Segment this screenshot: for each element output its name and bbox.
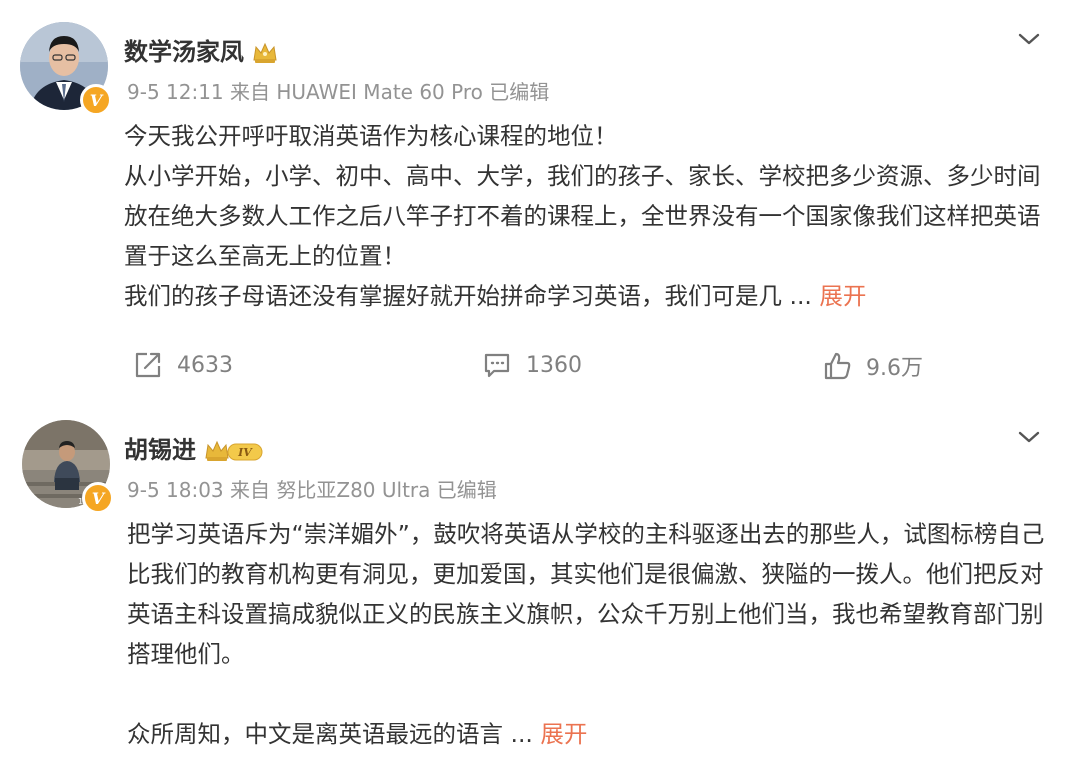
comment-button[interactable]: 1360 [482, 350, 582, 380]
repost-icon [135, 352, 161, 378]
post-paragraph: 把学习英语斥为“崇洋媚外”，鼓吹将英语从学校的主科驱逐出去的那些人，试图标榜自己… [127, 520, 1045, 668]
post-meta: 9-5 12:11 来自 HUAWEI Mate 60 Pro 已编辑 [127, 80, 550, 104]
author-name[interactable]: 胡锡进 IV [124, 430, 264, 465]
gold-crown-level-icon: IV [205, 440, 263, 461]
thumbs-up-icon [824, 352, 851, 380]
post-paragraph: 今天我公开呼吁取消英语作为核心课程的地位！ [124, 122, 618, 150]
gold-crown-icon [253, 42, 277, 63]
like-button[interactable]: 9.6万 [822, 350, 923, 382]
repost-button[interactable]: 4633 [133, 350, 233, 380]
paragraph-spacer [127, 674, 1051, 714]
like-count: 9.6万 [866, 356, 923, 381]
verified-badge-icon: V [82, 482, 114, 514]
repost-count: 4633 [177, 352, 233, 378]
author-name[interactable]: 数学汤家凤 [124, 32, 278, 67]
post-paragraph: 从小学开始，小学、初中、高中、大学，我们的孩子、家长、学校把多少资源、多少时间放… [124, 162, 1041, 270]
comment-count: 1360 [526, 352, 582, 378]
expand-link[interactable]: 展开 [819, 282, 866, 310]
post-paragraph: 众所周知，中文是离英语最远的语言 ... 展开 [127, 720, 588, 748]
chevron-down-icon[interactable] [1016, 428, 1042, 446]
level-badge: IV [238, 446, 254, 459]
post-content: 把学习英语斥为“崇洋媚外”，鼓吹将英语从学校的主科驱逐出去的那些人，试图标榜自己… [127, 514, 1051, 754]
chevron-down-icon[interactable] [1016, 30, 1042, 48]
comment-icon [484, 353, 510, 378]
post-paragraph: 我们的孩子母语还没有掌握好就开始拼命学习英语，我们可是几 ... 展开 [124, 282, 867, 310]
post-content: 今天我公开呼吁取消英语作为核心课程的地位！ 从小学开始，小学、初中、高中、大学，… [124, 116, 1050, 316]
verified-badge-icon: V [80, 84, 112, 116]
post-meta: 9-5 18:03 来自 努比亚Z80 Ultra 已编辑 [127, 478, 497, 502]
expand-link[interactable]: 展开 [540, 720, 587, 748]
